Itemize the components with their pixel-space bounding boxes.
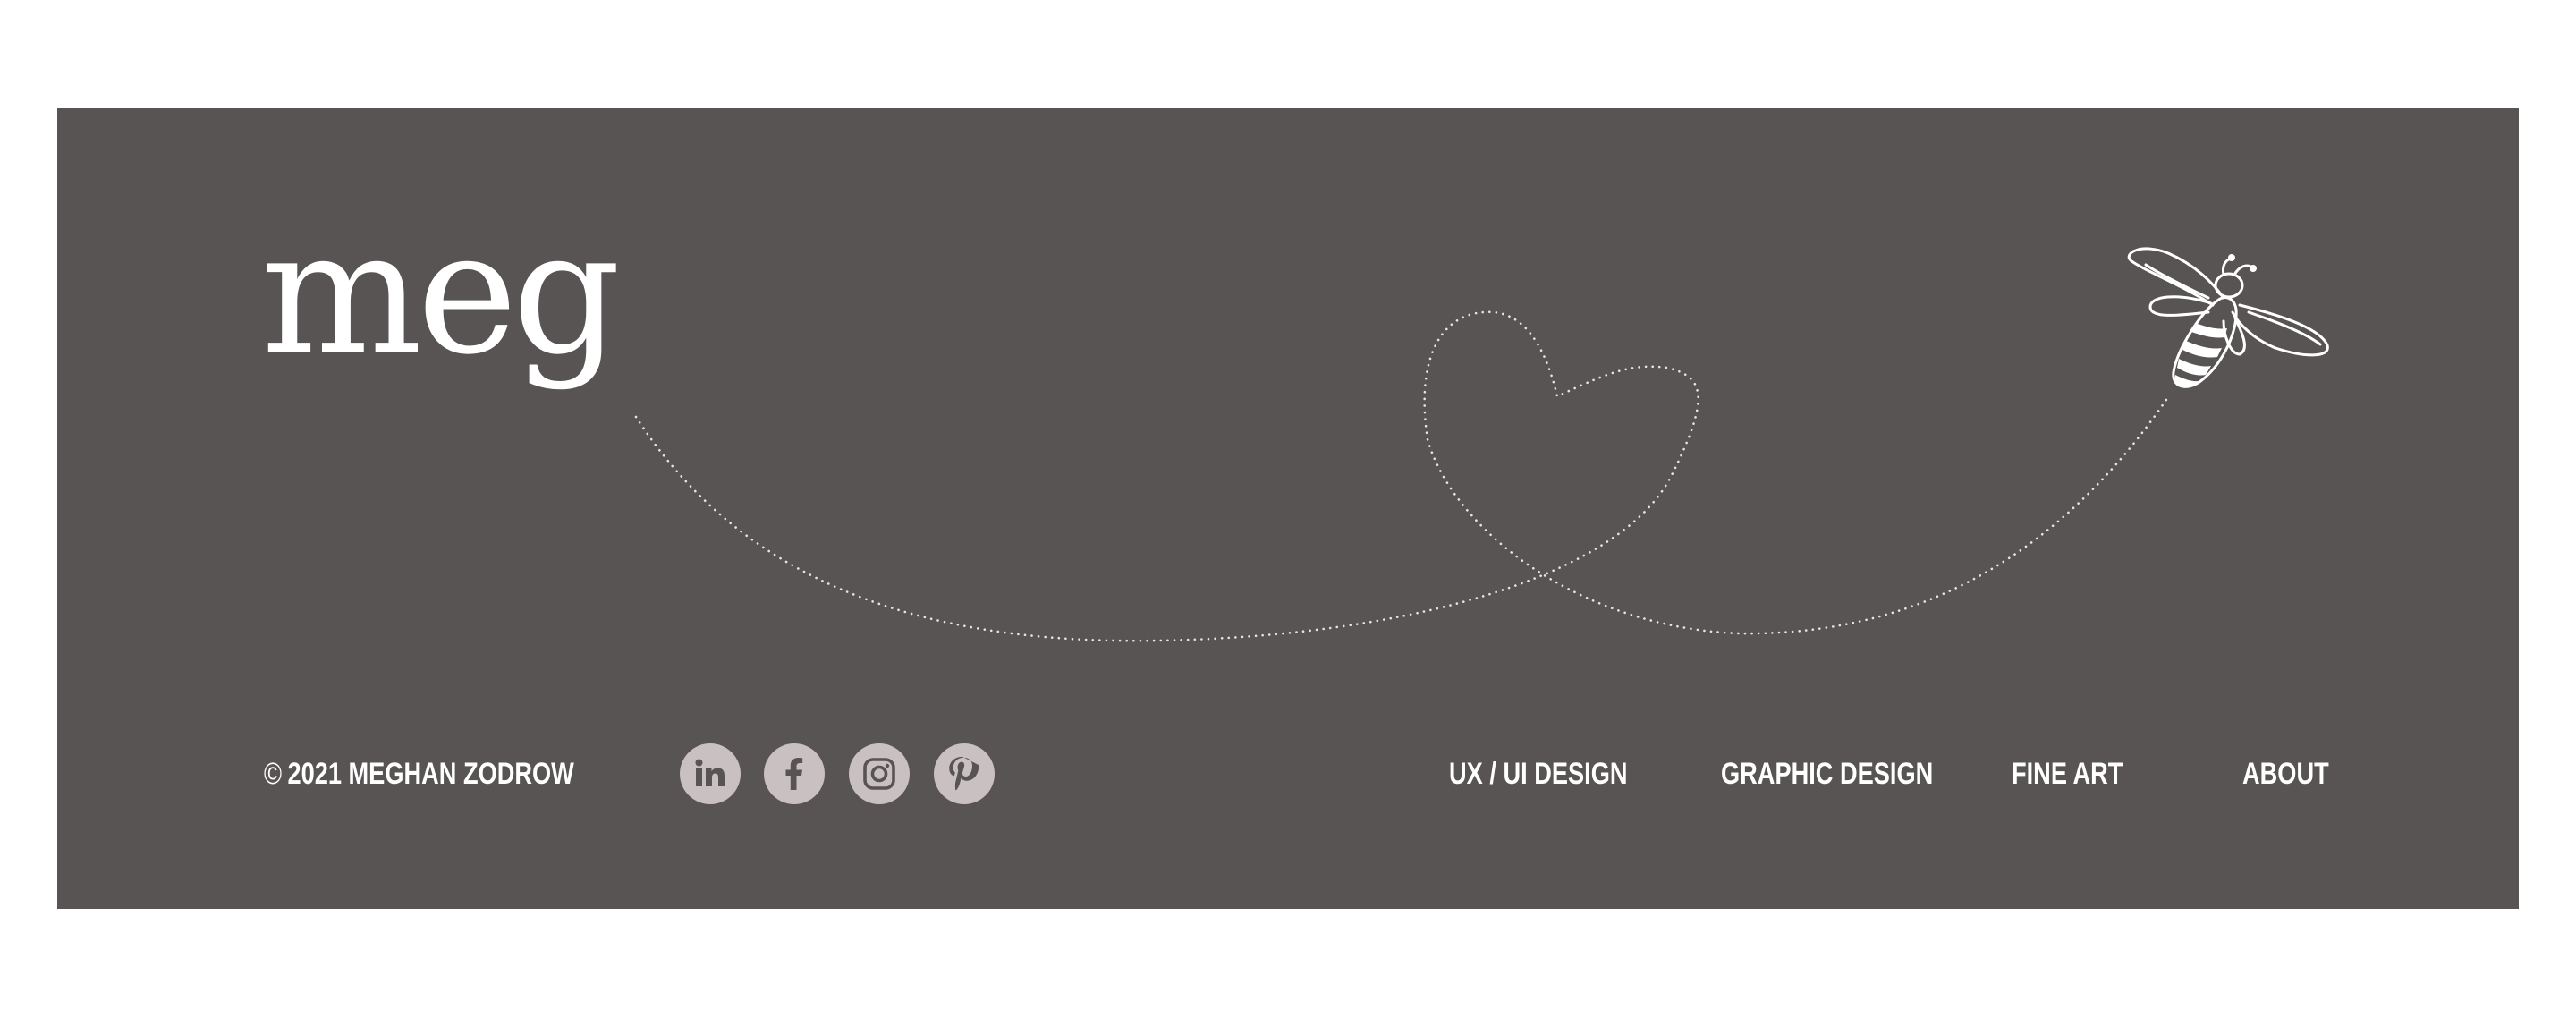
bee-icon [2127,247,2329,388]
nav-fine-art[interactable]: FINE ART [2012,756,2123,792]
nav-about[interactable]: ABOUT [2242,756,2329,792]
nav-graphic-design[interactable]: GRAPHIC DESIGN [1721,756,1933,792]
pinterest-button[interactable] [934,743,995,804]
copyright-symbol: © [264,757,283,791]
copyright-text: 2021 MEGHAN ZODROW [287,757,574,791]
meg-logo[interactable]: meg [261,208,621,378]
instagram-button[interactable] [849,743,910,804]
facebook-icon [785,758,803,790]
nav-ux-ui-design[interactable]: UX / UI DESIGN [1449,756,1628,792]
copyright: © 2021 MEGHAN ZODROW [264,756,574,792]
instagram-icon [863,758,895,790]
facebook-button[interactable] [764,743,825,804]
footer-bottom-row: © 2021 MEGHAN ZODROW UX / UI DESIGN GRAP… [57,726,2519,824]
linkedin-icon [695,759,724,786]
linkedin-button[interactable] [680,743,741,804]
site-footer: meg © 2021 MEGHAN ZODROW UX / UI DESIGN … [57,108,2519,909]
pinterest-icon [949,756,979,791]
